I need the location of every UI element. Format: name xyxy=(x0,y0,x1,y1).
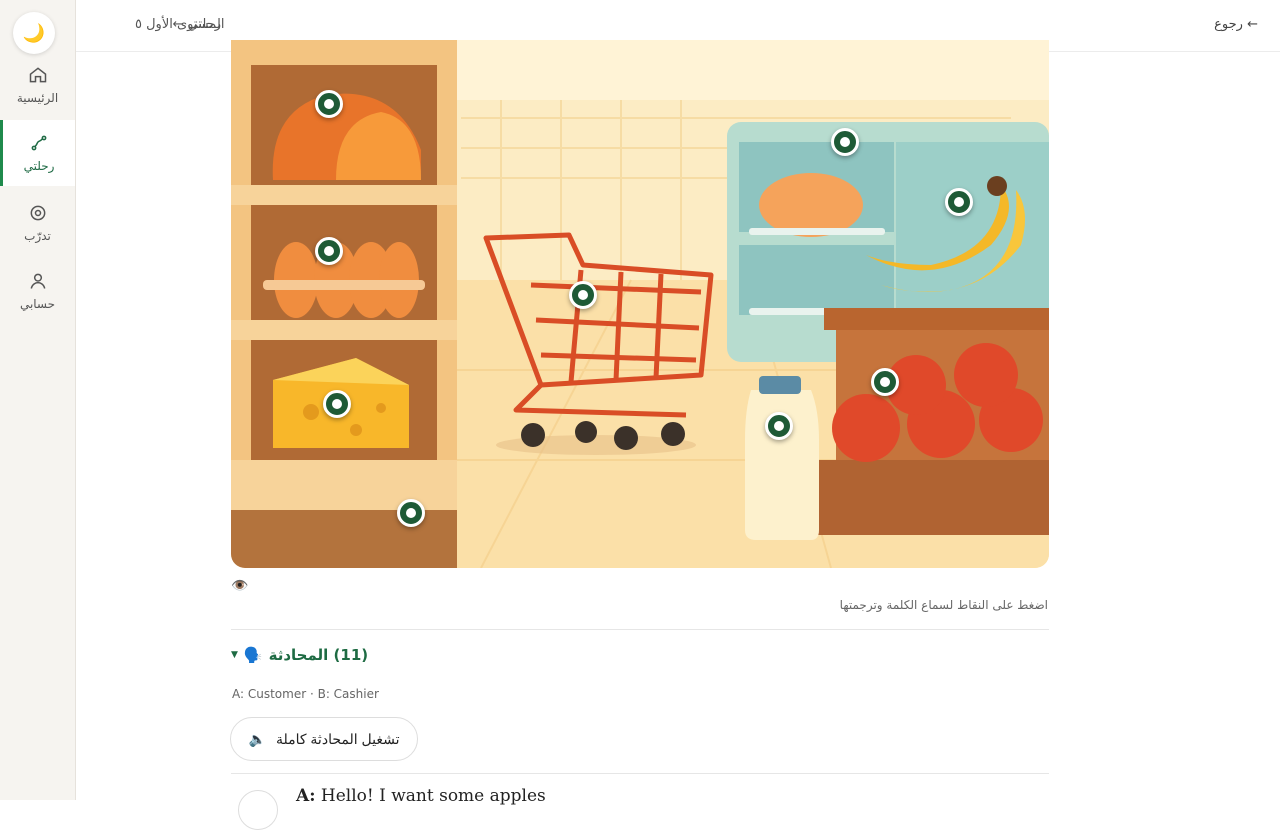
eye-icon: 👁️ xyxy=(231,578,249,594)
sidebar-item-label: الرئيسية xyxy=(16,91,59,105)
caret-down-icon: ▼ xyxy=(231,650,238,660)
route-icon xyxy=(31,135,47,151)
sidebar: 🌙 الرئيسية رحلتي تدرّب حسابي xyxy=(0,0,76,800)
hotspot-cart[interactable] xyxy=(569,281,597,309)
play-conversation-label: تشغيل المحادثة كاملة xyxy=(275,730,400,747)
conversation-toggle[interactable]: ▼ 🗣️ (11) المحادثة xyxy=(231,646,368,664)
sidebar-item-journey[interactable]: رحلتي xyxy=(0,120,75,186)
sidebar-item-label: تدرّب xyxy=(24,229,51,243)
play-conversation-button[interactable]: تشغيل المحادثة كاملة 🔈 xyxy=(230,717,418,761)
target-icon xyxy=(30,205,45,221)
dialogue-line[interactable]: A: Hello! I want some apples xyxy=(296,786,546,806)
hotspot-apples[interactable] xyxy=(871,368,899,396)
hotspot-eggs[interactable] xyxy=(315,237,343,265)
speaking-head-icon: 🗣️ xyxy=(243,646,263,664)
hotspot-bread[interactable] xyxy=(315,90,343,118)
speaker-avatar xyxy=(238,790,278,830)
divider xyxy=(231,773,1049,774)
speaker-icon: 🔈 xyxy=(248,730,266,747)
user-icon xyxy=(30,273,45,289)
hotspot-bananas[interactable] xyxy=(945,188,973,216)
hotspot-cheese[interactable] xyxy=(323,390,351,418)
theme-toggle-button[interactable]: 🌙 xyxy=(13,12,55,54)
hotspot-shelf[interactable] xyxy=(397,499,425,527)
show-labels-toggle[interactable]: 👁️ xyxy=(231,578,248,594)
breadcrumb-level[interactable]: المستوى الأول ٥ xyxy=(135,17,225,32)
home-icon xyxy=(29,67,46,83)
conversation-title: (11) المحادثة xyxy=(268,646,369,664)
back-button[interactable]: رجوع ← xyxy=(1214,17,1258,32)
sidebar-item-practice[interactable]: تدرّب xyxy=(0,190,75,256)
hotspot-chicken[interactable] xyxy=(831,128,859,156)
dialogue-text: Hello! I want some apples xyxy=(320,786,546,806)
sidebar-item-home[interactable]: الرئيسية xyxy=(0,52,75,118)
sidebar-item-label: حسابي xyxy=(19,297,56,311)
hotspot-milk[interactable] xyxy=(765,412,793,440)
vocab-hint: اضغط على النقاط لسماع الكلمة وترجمتها xyxy=(839,598,1048,612)
divider xyxy=(231,629,1049,630)
vocabulary-scene xyxy=(231,40,1049,568)
moon-icon: 🌙 xyxy=(22,22,46,44)
sidebar-item-label: رحلتي xyxy=(23,159,55,173)
conversation-roles: A: Customer · B: Cashier xyxy=(232,687,379,701)
sidebar-item-account[interactable]: حسابي xyxy=(0,258,75,324)
dialogue-speaker: A: xyxy=(296,786,316,806)
supermarket-illustration xyxy=(231,40,1049,568)
